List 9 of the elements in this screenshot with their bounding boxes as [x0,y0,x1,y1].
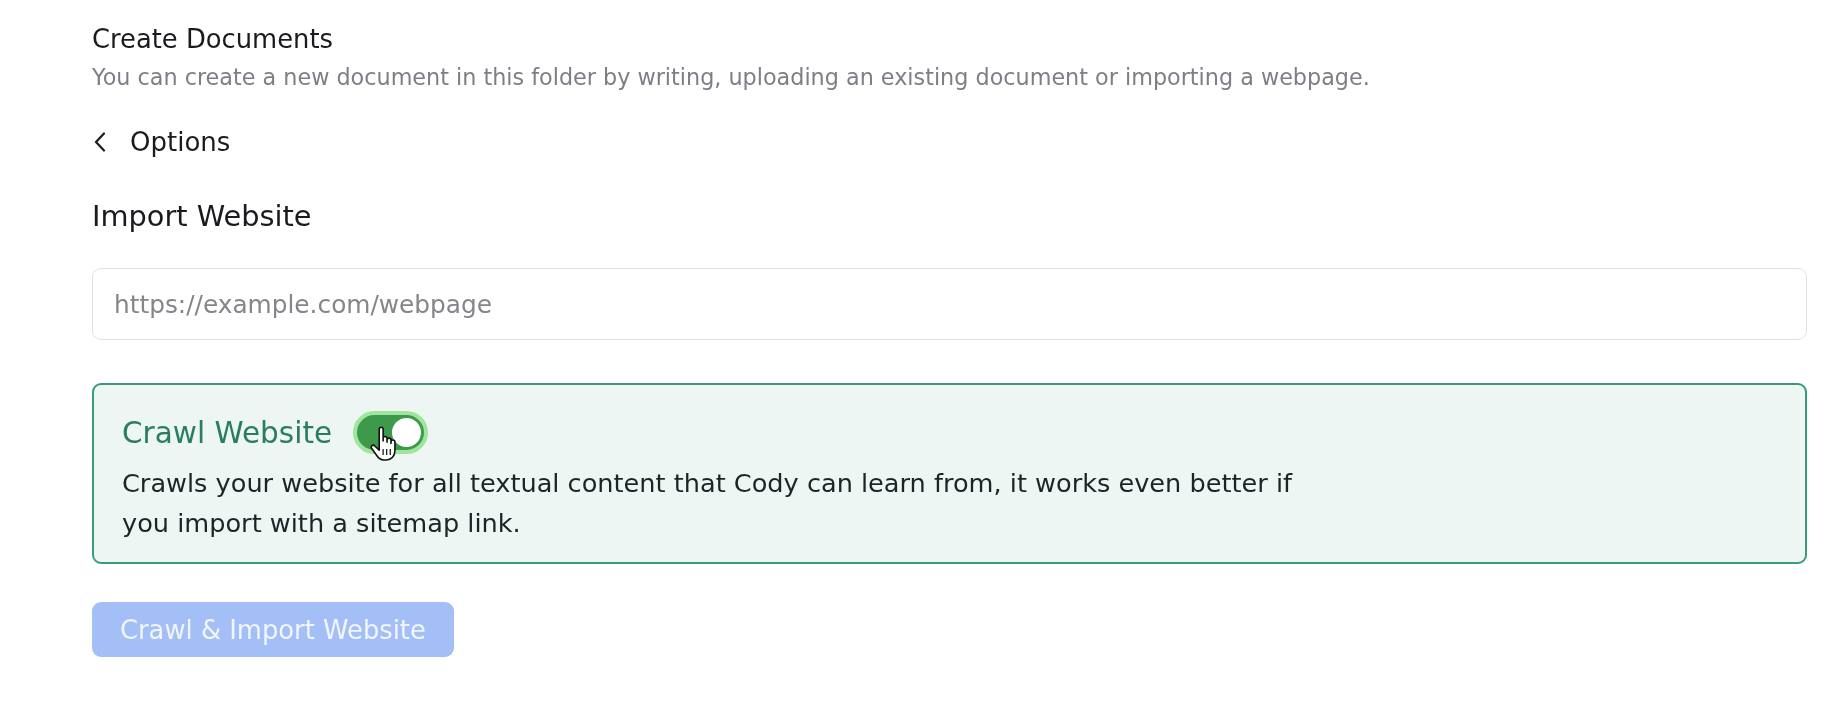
back-link[interactable]: Options [92,126,231,158]
url-input-field[interactable]: https://example.com/webpage [92,268,1807,340]
page-title: Create Documents [92,23,333,55]
crawl-option-title: Crawl Website [122,414,333,451]
page-description: You can create a new document in this folder by writing, uploading an existing document or importing a webpage. [92,63,1370,91]
crawl-option-description: Crawls your website for all textual content that Cody can learn from, it works even better if you import with a sitemap link. [122,467,1294,540]
section-heading: Import Website [92,198,312,234]
hand-cursor-icon [370,426,397,462]
chevron-left-icon [94,132,106,152]
